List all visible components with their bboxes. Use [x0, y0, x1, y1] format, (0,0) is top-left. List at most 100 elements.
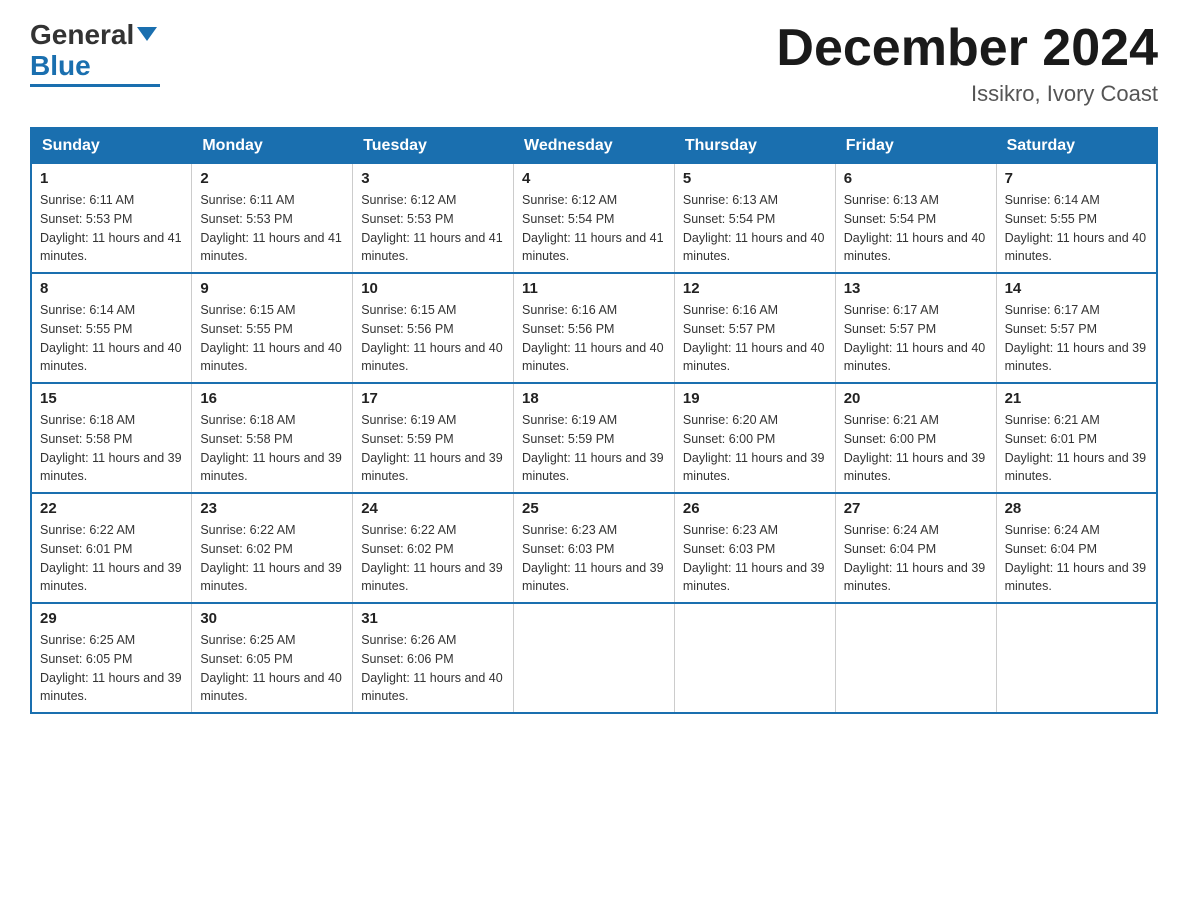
- day-cell: 12 Sunrise: 6:16 AMSunset: 5:57 PMDaylig…: [674, 273, 835, 383]
- day-number: 23: [200, 500, 344, 517]
- logo-general-text: General: [30, 19, 134, 50]
- day-number: 18: [522, 390, 666, 407]
- day-cell: 17 Sunrise: 6:19 AMSunset: 5:59 PMDaylig…: [353, 383, 514, 493]
- day-cell: 1 Sunrise: 6:11 AMSunset: 5:53 PMDayligh…: [31, 164, 192, 274]
- day-cell: 27 Sunrise: 6:24 AMSunset: 6:04 PMDaylig…: [835, 493, 996, 603]
- week-row-5: 29 Sunrise: 6:25 AMSunset: 6:05 PMDaylig…: [31, 603, 1157, 713]
- logo-blue-text: Blue: [30, 50, 91, 81]
- day-number: 16: [200, 390, 344, 407]
- header-right: December 2024 Issikro, Ivory Coast: [776, 20, 1158, 107]
- calendar-table: SundayMondayTuesdayWednesdayThursdayFrid…: [30, 127, 1158, 714]
- day-cell: 24 Sunrise: 6:22 AMSunset: 6:02 PMDaylig…: [353, 493, 514, 603]
- day-info: Sunrise: 6:25 AMSunset: 6:05 PMDaylight:…: [200, 633, 342, 703]
- weekday-header-thursday: Thursday: [674, 128, 835, 164]
- day-cell: 14 Sunrise: 6:17 AMSunset: 5:57 PMDaylig…: [996, 273, 1157, 383]
- location-subtitle: Issikro, Ivory Coast: [776, 81, 1158, 107]
- day-number: 27: [844, 500, 988, 517]
- week-row-1: 1 Sunrise: 6:11 AMSunset: 5:53 PMDayligh…: [31, 164, 1157, 274]
- day-info: Sunrise: 6:14 AMSunset: 5:55 PMDaylight:…: [1005, 193, 1147, 263]
- day-number: 5: [683, 170, 827, 187]
- day-number: 15: [40, 390, 183, 407]
- day-info: Sunrise: 6:15 AMSunset: 5:55 PMDaylight:…: [200, 303, 342, 373]
- day-info: Sunrise: 6:18 AMSunset: 5:58 PMDaylight:…: [40, 413, 182, 483]
- day-number: 7: [1005, 170, 1148, 187]
- day-number: 12: [683, 280, 827, 297]
- day-cell: 20 Sunrise: 6:21 AMSunset: 6:00 PMDaylig…: [835, 383, 996, 493]
- day-cell: 23 Sunrise: 6:22 AMSunset: 6:02 PMDaylig…: [192, 493, 353, 603]
- day-cell: 28 Sunrise: 6:24 AMSunset: 6:04 PMDaylig…: [996, 493, 1157, 603]
- day-info: Sunrise: 6:16 AMSunset: 5:57 PMDaylight:…: [683, 303, 825, 373]
- day-info: Sunrise: 6:18 AMSunset: 5:58 PMDaylight:…: [200, 413, 342, 483]
- logo-underline: [30, 84, 160, 87]
- day-number: 10: [361, 280, 505, 297]
- page-header: General Blue December 2024 Issikro, Ivor…: [30, 20, 1158, 107]
- day-info: Sunrise: 6:23 AMSunset: 6:03 PMDaylight:…: [683, 523, 825, 593]
- day-info: Sunrise: 6:22 AMSunset: 6:02 PMDaylight:…: [200, 523, 342, 593]
- logo: General Blue: [30, 20, 160, 87]
- week-row-3: 15 Sunrise: 6:18 AMSunset: 5:58 PMDaylig…: [31, 383, 1157, 493]
- day-number: 20: [844, 390, 988, 407]
- day-info: Sunrise: 6:24 AMSunset: 6:04 PMDaylight:…: [844, 523, 986, 593]
- day-cell: 31 Sunrise: 6:26 AMSunset: 6:06 PMDaylig…: [353, 603, 514, 713]
- weekday-header-monday: Monday: [192, 128, 353, 164]
- day-cell: 6 Sunrise: 6:13 AMSunset: 5:54 PMDayligh…: [835, 164, 996, 274]
- day-info: Sunrise: 6:24 AMSunset: 6:04 PMDaylight:…: [1005, 523, 1147, 593]
- day-number: 3: [361, 170, 505, 187]
- day-info: Sunrise: 6:22 AMSunset: 6:02 PMDaylight:…: [361, 523, 503, 593]
- day-info: Sunrise: 6:13 AMSunset: 5:54 PMDaylight:…: [844, 193, 986, 263]
- day-cell: 10 Sunrise: 6:15 AMSunset: 5:56 PMDaylig…: [353, 273, 514, 383]
- day-number: 28: [1005, 500, 1148, 517]
- day-number: 24: [361, 500, 505, 517]
- day-cell: 15 Sunrise: 6:18 AMSunset: 5:58 PMDaylig…: [31, 383, 192, 493]
- day-info: Sunrise: 6:23 AMSunset: 6:03 PMDaylight:…: [522, 523, 664, 593]
- day-info: Sunrise: 6:15 AMSunset: 5:56 PMDaylight:…: [361, 303, 503, 373]
- day-number: 26: [683, 500, 827, 517]
- day-number: 25: [522, 500, 666, 517]
- logo-triangle-icon: [137, 27, 157, 41]
- day-number: 19: [683, 390, 827, 407]
- day-cell: [674, 603, 835, 713]
- day-number: 17: [361, 390, 505, 407]
- day-cell: 25 Sunrise: 6:23 AMSunset: 6:03 PMDaylig…: [514, 493, 675, 603]
- day-info: Sunrise: 6:12 AMSunset: 5:53 PMDaylight:…: [361, 193, 503, 263]
- weekday-header-row: SundayMondayTuesdayWednesdayThursdayFrid…: [31, 128, 1157, 164]
- day-number: 11: [522, 280, 666, 297]
- day-number: 13: [844, 280, 988, 297]
- day-cell: 9 Sunrise: 6:15 AMSunset: 5:55 PMDayligh…: [192, 273, 353, 383]
- day-info: Sunrise: 6:11 AMSunset: 5:53 PMDaylight:…: [200, 193, 342, 263]
- day-cell: 5 Sunrise: 6:13 AMSunset: 5:54 PMDayligh…: [674, 164, 835, 274]
- day-cell: 19 Sunrise: 6:20 AMSunset: 6:00 PMDaylig…: [674, 383, 835, 493]
- day-info: Sunrise: 6:19 AMSunset: 5:59 PMDaylight:…: [522, 413, 664, 483]
- day-info: Sunrise: 6:21 AMSunset: 6:01 PMDaylight:…: [1005, 413, 1147, 483]
- day-number: 31: [361, 610, 505, 627]
- day-number: 1: [40, 170, 183, 187]
- day-info: Sunrise: 6:22 AMSunset: 6:01 PMDaylight:…: [40, 523, 182, 593]
- day-info: Sunrise: 6:17 AMSunset: 5:57 PMDaylight:…: [1005, 303, 1147, 373]
- day-number: 4: [522, 170, 666, 187]
- day-cell: 16 Sunrise: 6:18 AMSunset: 5:58 PMDaylig…: [192, 383, 353, 493]
- day-cell: 26 Sunrise: 6:23 AMSunset: 6:03 PMDaylig…: [674, 493, 835, 603]
- day-info: Sunrise: 6:11 AMSunset: 5:53 PMDaylight:…: [40, 193, 182, 263]
- day-cell: 2 Sunrise: 6:11 AMSunset: 5:53 PMDayligh…: [192, 164, 353, 274]
- day-cell: 30 Sunrise: 6:25 AMSunset: 6:05 PMDaylig…: [192, 603, 353, 713]
- day-info: Sunrise: 6:21 AMSunset: 6:00 PMDaylight:…: [844, 413, 986, 483]
- day-number: 30: [200, 610, 344, 627]
- weekday-header-friday: Friday: [835, 128, 996, 164]
- month-year-title: December 2024: [776, 20, 1158, 77]
- day-number: 14: [1005, 280, 1148, 297]
- weekday-header-saturday: Saturday: [996, 128, 1157, 164]
- weekday-header-wednesday: Wednesday: [514, 128, 675, 164]
- day-info: Sunrise: 6:14 AMSunset: 5:55 PMDaylight:…: [40, 303, 182, 373]
- day-cell: 7 Sunrise: 6:14 AMSunset: 5:55 PMDayligh…: [996, 164, 1157, 274]
- day-number: 2: [200, 170, 344, 187]
- day-number: 9: [200, 280, 344, 297]
- day-number: 29: [40, 610, 183, 627]
- day-cell: 13 Sunrise: 6:17 AMSunset: 5:57 PMDaylig…: [835, 273, 996, 383]
- day-info: Sunrise: 6:17 AMSunset: 5:57 PMDaylight:…: [844, 303, 986, 373]
- day-info: Sunrise: 6:19 AMSunset: 5:59 PMDaylight:…: [361, 413, 503, 483]
- day-cell: 3 Sunrise: 6:12 AMSunset: 5:53 PMDayligh…: [353, 164, 514, 274]
- day-cell: [835, 603, 996, 713]
- day-info: Sunrise: 6:20 AMSunset: 6:00 PMDaylight:…: [683, 413, 825, 483]
- day-cell: 29 Sunrise: 6:25 AMSunset: 6:05 PMDaylig…: [31, 603, 192, 713]
- day-cell: 21 Sunrise: 6:21 AMSunset: 6:01 PMDaylig…: [996, 383, 1157, 493]
